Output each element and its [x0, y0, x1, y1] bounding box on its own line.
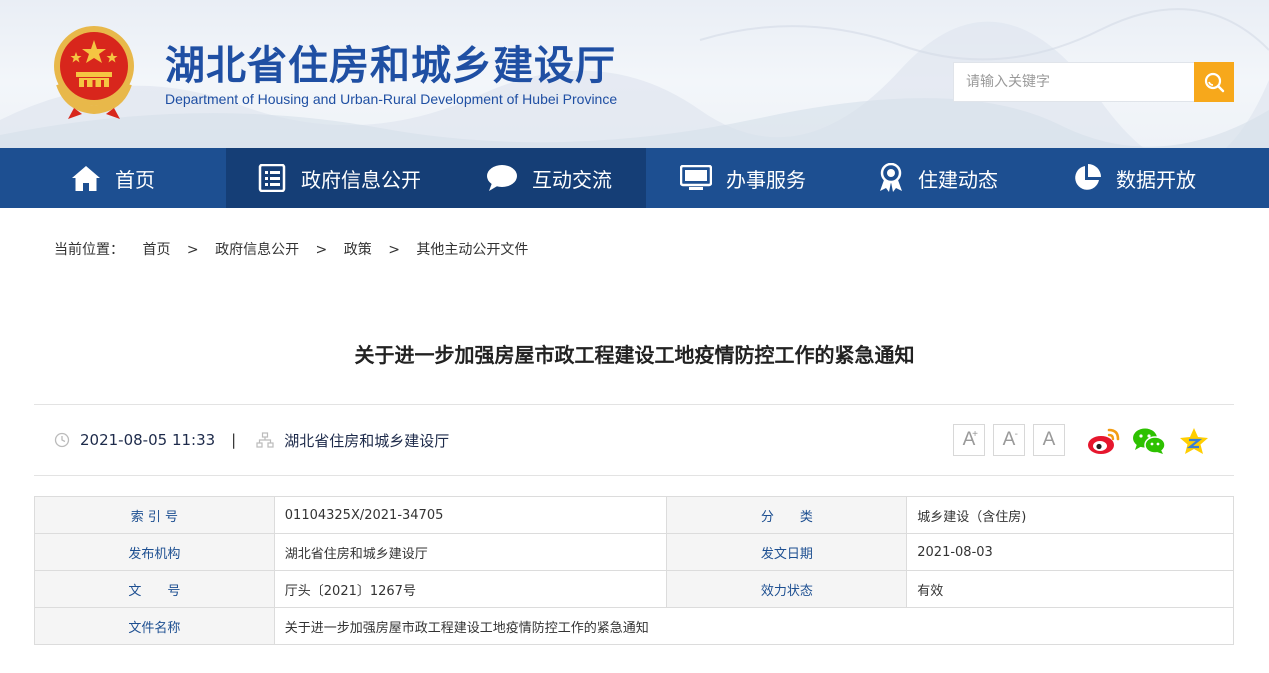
font-decrease-label: A: [1002, 429, 1016, 450]
breadcrumb-prefix: 当前位置：: [54, 242, 124, 258]
article-source: 湖北省住房和城乡建设厅: [284, 431, 450, 450]
document-number-label: 文 号: [34, 570, 275, 608]
index-number-label: 索 引 号: [34, 496, 275, 534]
nav-item-gov-info[interactable]: 政府信息公开: [226, 148, 452, 208]
award-ribbon-icon: [880, 163, 902, 192]
index-number-value: 01104325X/2021-34705: [273, 496, 668, 534]
qzone-icon: [1180, 428, 1208, 454]
share-bar: [1087, 424, 1222, 458]
nav-label-interaction: 互动交流: [532, 167, 612, 192]
issue-date-label: 发文日期: [666, 533, 908, 571]
nav-label-services: 办事服务: [726, 167, 806, 192]
font-increase-button[interactable]: A +: [953, 424, 985, 456]
monitor-icon: [680, 165, 712, 190]
font-decrease-mark: -: [1014, 429, 1018, 440]
search-icon: [1204, 72, 1225, 93]
breadcrumb-gov-info[interactable]: 政府信息公开: [215, 239, 299, 259]
publish-datetime: 2021-08-05 11:33: [80, 431, 216, 449]
share-qzone-button[interactable]: [1177, 424, 1211, 458]
wechat-icon: [1133, 428, 1166, 454]
font-increase-mark: +: [972, 429, 978, 440]
organization-icon: [256, 432, 274, 448]
table-row: 文 号 厅头〔2021〕1267号 效力状态 有效: [34, 570, 1234, 608]
clock-icon: [54, 432, 70, 448]
validity-status-value: 有效: [906, 570, 1234, 608]
nav-item-open-data[interactable]: 数据开放: [1036, 148, 1232, 208]
meta-divider: |: [231, 431, 237, 449]
nav-item-interaction[interactable]: 互动交流: [452, 148, 646, 208]
search-input[interactable]: [953, 62, 1195, 102]
chat-bubble-icon: [487, 165, 517, 191]
nav-label-home: 首页: [115, 167, 155, 192]
issue-date-value: 2021-08-03: [906, 533, 1234, 571]
pie-chart-icon: [1075, 164, 1101, 190]
divider: [34, 404, 1234, 405]
search-button[interactable]: [1194, 62, 1234, 102]
document-name-label: 文件名称: [34, 607, 275, 645]
breadcrumb-separator: >: [388, 242, 400, 258]
national-emblem-icon: [54, 26, 134, 119]
breadcrumb-policy[interactable]: 政策: [344, 239, 372, 259]
site-header: 湖北省住房和城乡建设厅 Department of Housing and Ur…: [0, 0, 1269, 148]
font-decrease-button[interactable]: A-: [993, 424, 1025, 456]
table-row: 发布机构 湖北省住房和城乡建设厅 发文日期 2021-08-03: [34, 533, 1234, 571]
table-row: 索 引 号 01104325X/2021-34705 分 类 城乡建设（含住房): [34, 496, 1234, 534]
site-subtitle: Department of Housing and Urban-Rural De…: [165, 91, 618, 107]
breadcrumb-other-files[interactable]: 其他主动公开文件: [416, 239, 528, 259]
weibo-icon: [1088, 428, 1120, 454]
share-wechat-button[interactable]: [1132, 424, 1166, 458]
nav-item-news[interactable]: 住建动态: [840, 148, 1036, 208]
category-value: 城乡建设（含住房): [906, 496, 1234, 534]
validity-status-label: 效力状态: [666, 570, 908, 608]
breadcrumb-separator: >: [315, 242, 328, 258]
publisher-value: 湖北省住房和城乡建设厅: [273, 533, 668, 571]
nav-item-services[interactable]: 办事服务: [646, 148, 840, 208]
document-info-table: 索 引 号 01104325X/2021-34705 分 类 城乡建设（含住房)…: [34, 496, 1235, 645]
document-list-icon: [258, 164, 286, 192]
article-meta: 2021-08-05 11:33 | 湖北省住房和城乡建设厅: [54, 428, 449, 452]
divider: [34, 475, 1234, 476]
site-title: 湖北省住房和城乡建设厅: [165, 43, 616, 89]
article-title: 关于进一步加强房屋市政工程建设工地疫情防控工作的紧急通知: [354, 343, 915, 367]
nav-label-gov-info: 政府信息公开: [301, 167, 421, 192]
breadcrumb-home[interactable]: 首页: [142, 239, 170, 259]
share-weibo-button[interactable]: [1087, 424, 1121, 458]
breadcrumb-separator: >: [186, 242, 199, 258]
nav-label-news: 住建动态: [918, 167, 998, 192]
publisher-label: 发布机构: [34, 533, 275, 571]
table-row: 文件名称 关于进一步加强房屋市政工程建设工地疫情防控工作的紧急通知: [34, 607, 1235, 645]
main-nav: 首页 政府信息公开 互动交流 办事服务 住建动态 数据开放: [0, 148, 1269, 208]
home-icon: [72, 166, 100, 191]
category-label: 分 类: [666, 496, 908, 534]
font-reset-label: A: [1042, 429, 1056, 450]
nav-item-home[interactable]: 首页: [0, 148, 226, 208]
document-name-value: 关于进一步加强房屋市政工程建设工地疫情防控工作的紧急通知: [273, 607, 1235, 645]
nav-label-open-data: 数据开放: [1116, 167, 1196, 192]
font-size-controls: A + A- A: [953, 424, 1073, 456]
breadcrumb: 当前位置： 首页 > 政府信息公开 > 政策 > 其他主动公开文件: [54, 239, 528, 259]
font-reset-button[interactable]: A: [1033, 424, 1065, 456]
document-number-value: 厅头〔2021〕1267号: [273, 570, 668, 608]
